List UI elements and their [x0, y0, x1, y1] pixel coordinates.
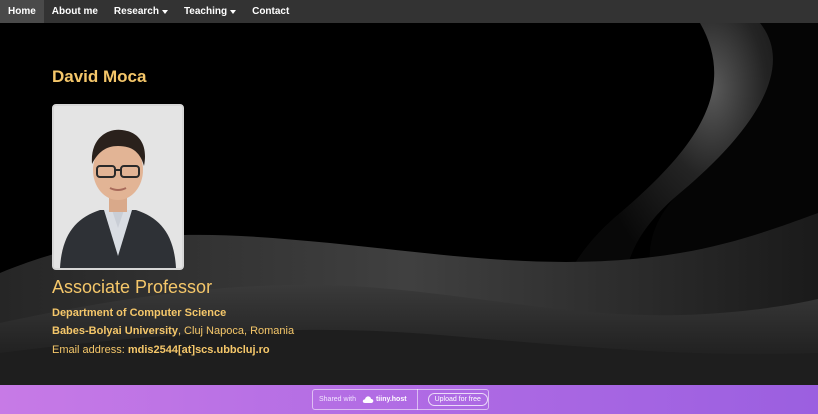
badge-divider [416, 389, 418, 410]
nav-about-me[interactable]: About me [44, 0, 106, 23]
university-name: Babes-Bolyai University [52, 325, 178, 337]
university-line: Babes-Bolyai University, Cluj Napoca, Ro… [52, 325, 294, 337]
email-address[interactable]: mdis2544[at]scs.ubbcluj.ro [128, 344, 270, 356]
department-line: Department of Computer Science [52, 307, 226, 319]
tiiny-host-banner: Shared with tiiny.host Upload for free [0, 385, 818, 414]
nav-research[interactable]: Research [106, 0, 176, 23]
shared-with-badge[interactable]: Shared with tiiny.host Upload for free [312, 389, 489, 410]
department-name: Department of Computer Science [52, 307, 227, 319]
nav-research-label: Research [113, 6, 159, 17]
profile-name: David Moca [52, 67, 147, 86]
email-line: Email address: mdis2544[at]scs.ubbcluj.r… [52, 344, 270, 356]
nav-teaching-label: Teaching [183, 6, 228, 17]
tiiny-host-brand: tiiny.host [375, 396, 407, 403]
top-navbar: Home About me Research Teaching Contact [0, 0, 818, 23]
nav-teaching[interactable]: Teaching [176, 0, 244, 23]
person-avatar-icon [54, 106, 182, 268]
email-label: Email address: [52, 344, 128, 356]
nav-contact[interactable]: Contact [244, 0, 297, 23]
nav-contact-label: Contact [252, 6, 290, 17]
nav-home[interactable]: Home [0, 0, 44, 23]
shared-with-label: Shared with [319, 396, 356, 403]
upload-for-free-button[interactable]: Upload for free [427, 393, 488, 406]
nav-about-me-label: About me [51, 6, 98, 17]
university-location: , Cluj Napoca, Romania [177, 325, 295, 337]
profile-title: Associate Professor [52, 277, 213, 297]
caret-down-icon [230, 9, 237, 14]
cloud-icon [362, 395, 374, 404]
nav-home-label: Home [8, 6, 36, 17]
caret-down-icon [161, 9, 168, 14]
hero-section: David Moca Associate Professor Departmen… [0, 23, 818, 385]
profile-photo [52, 104, 184, 270]
